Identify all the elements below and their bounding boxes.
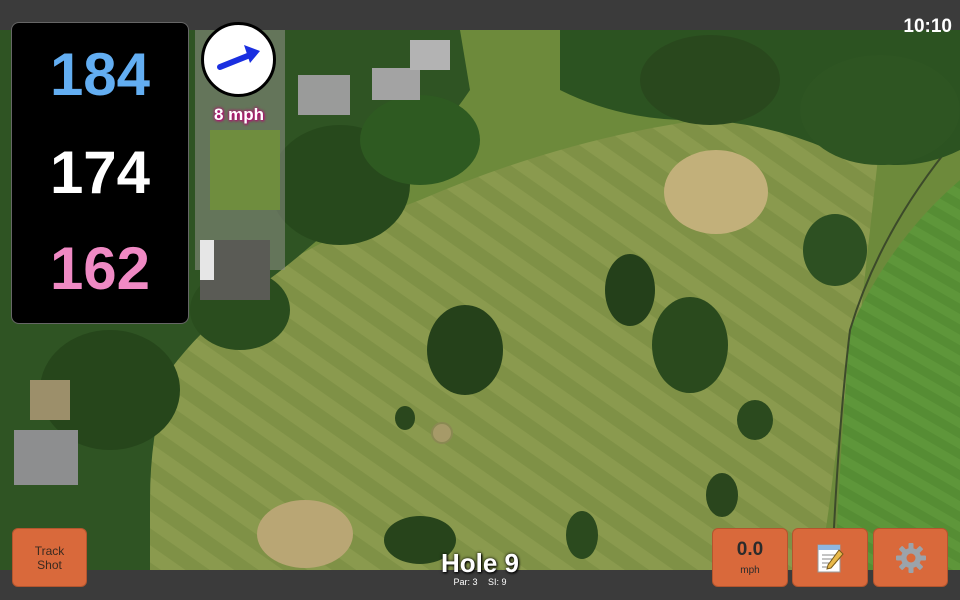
settings-button[interactable]	[873, 528, 948, 587]
hole-title: Hole 9	[440, 548, 520, 578]
par-label: Par: 3	[453, 577, 478, 587]
notes-button[interactable]	[792, 528, 868, 587]
wind-speed-label: 8 mph	[213, 105, 265, 124]
speed-unit: mph	[740, 565, 760, 576]
stroke-index-label: SI: 9	[488, 577, 507, 587]
track-shot-label-line2: Shot	[37, 557, 62, 572]
hole-details: Par: 3 SI: 9	[400, 577, 560, 587]
shot-speed-button[interactable]: 0.0 mph	[712, 528, 788, 587]
track-shot-button[interactable]: Track Shot	[12, 528, 87, 587]
back-of-green-distance: 184	[49, 41, 151, 108]
notepad-icon	[817, 544, 844, 572]
wind-arrow-icon	[217, 45, 260, 70]
front-of-green-distance: 162	[49, 235, 151, 302]
middle-of-green-distance: 174	[49, 139, 151, 206]
clock: 10:10	[903, 16, 952, 37]
gear-icon	[895, 542, 926, 573]
track-shot-label-line1: Track	[34, 543, 65, 558]
wind-indicator	[201, 22, 276, 97]
distance-panel: 184 174 162	[11, 22, 189, 324]
speed-value: 0.0	[736, 539, 764, 560]
